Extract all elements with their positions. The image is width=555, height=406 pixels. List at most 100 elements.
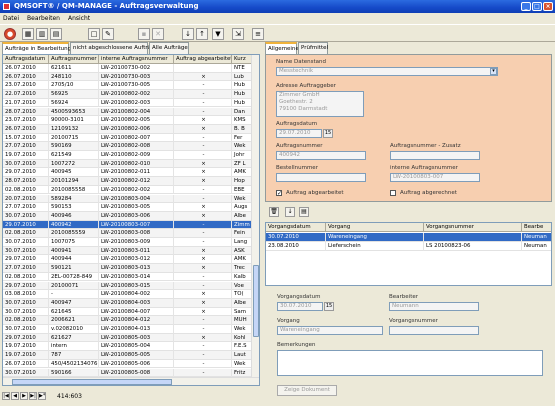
sort-vorgang-icon[interactable]: ↓ [285, 207, 295, 217]
table-row[interactable]: 27.07.2010 590121 LW-20100803-013 × Trec [3, 264, 252, 273]
menu-ansicht[interactable]: Ansicht [68, 15, 90, 22]
menu-bearbeiten[interactable]: Bearbeiten [27, 15, 60, 22]
minimize-icon[interactable]: _ [521, 2, 531, 11]
table-row[interactable]: 19.07.2010 621549 LW-20100802-009- Johr [3, 151, 252, 160]
columns-icon[interactable]: ▥ [36, 28, 48, 40]
table-row[interactable]: 15.07.2010 20100715 LW-20100802-007- Fer [3, 133, 252, 143]
table-row[interactable]: 30.07.2010 590166 LW-20100805-008- Fritz [3, 368, 252, 378]
new-record-icon[interactable]: ▶* [38, 392, 46, 400]
table-row[interactable]: 30.07.2010 400946 LW-20100803-006 × Albe [3, 211, 252, 221]
vertical-scrollbar[interactable] [251, 55, 259, 378]
table-row[interactable]: 23.07.2010 90000-3101 LW-20100802-005 × KMS [3, 116, 252, 125]
auftrag-abgearbeitet-checkbox[interactable]: ✓ [276, 190, 282, 197]
maximize-icon[interactable]: □ [532, 2, 542, 11]
vorgang-row[interactable]: 30.07.2010 Wareneingang Neuman [266, 233, 551, 242]
vorgang-row[interactable]: 23.08.2010 Lieferschein LS 20100823-06 N… [266, 242, 551, 251]
table-row[interactable]: 29.07.2010 400942 LW-20100803-007- Zimm [3, 220, 252, 230]
vorgangsdatum-field[interactable]: 30.07.2010 [277, 302, 323, 311]
tab-nicht-abgeschlossen[interactable]: nicht abgeschlossene Aufträge [70, 42, 158, 54]
table-row[interactable]: 23.07.2010 2705/10 LW-20100730-005- Hub [3, 81, 252, 91]
sort-desc-icon[interactable]: ↑ [196, 28, 208, 40]
grid-view-icon[interactable]: ▦ [22, 28, 34, 40]
bearbeiter-field[interactable]: Neumann [389, 302, 479, 311]
first-record-icon[interactable]: |◀ [2, 392, 10, 400]
auftragsdatum-field[interactable]: 29.07.2010 [276, 129, 322, 138]
calendar-icon[interactable]: 15 [324, 302, 334, 311]
auftragsnummer-zusatz-field[interactable] [390, 151, 480, 160]
delete-vorgang-icon[interactable]: 🗑 [269, 207, 279, 217]
auftragsnummer-field[interactable]: 400942 [276, 151, 366, 160]
print-vorgang-icon[interactable]: ▤ [299, 207, 309, 217]
table-row[interactable]: 26.07.2010 450/4502134076 LW-20100805-006-… [3, 359, 252, 369]
table-row[interactable]: 28.07.2010 20101294 LW-20100802-012 × Hop [3, 177, 252, 186]
table-row[interactable]: 21.07.2010 56924 LW-20100802-003- Hub [3, 98, 252, 108]
table-row[interactable]: 27.07.2010 590169 LW-20100802-008- Wek [3, 142, 252, 151]
zeige-dokument-button[interactable]: Zeige Dokument [277, 385, 337, 396]
next-record-icon[interactable]: ▶ [20, 392, 28, 400]
bemerkungen-field[interactable] [277, 350, 543, 376]
vorgangsnummer-field[interactable] [389, 326, 479, 335]
table-row[interactable]: 29.07.2010 20100071 LW-20100803-015- Voe [3, 281, 252, 291]
col-bearbeiter[interactable]: Bearbe [522, 223, 551, 232]
table-row[interactable]: 19.07.2010 787 LW-20100805-005- Laut [3, 351, 252, 360]
table-row[interactable]: 22.07.2010 56925 LW-20100802-002- Hub [3, 90, 252, 99]
interne-auftragsnummer-field[interactable]: LW-20100803-007 [390, 173, 480, 182]
stop-icon[interactable]: ● [4, 28, 16, 40]
table-row[interactable]: 03.08.2010- LW-20100804-002 × TO( [3, 290, 252, 299]
tab-pruefmittel[interactable]: Prüfmittel [298, 42, 328, 54]
table-cell: 27.07.2010 [3, 203, 49, 212]
vorgang-field[interactable]: Wareneingang [277, 326, 383, 335]
table-row[interactable]: 26.07.2010 12109132 LW-20100802-006 × B. B [3, 124, 252, 134]
new-icon[interactable]: □ [88, 28, 100, 40]
filter-icon[interactable]: ▼ [212, 28, 224, 40]
tab-alle-auftraege[interactable]: Alle Aufträge [149, 42, 189, 54]
delete-icon[interactable]: ✕ [152, 28, 164, 40]
menu-datei[interactable]: Datei [3, 15, 19, 22]
table-row[interactable]: 30.07.2010 400941 LW-20100803-011 × ASK [3, 246, 252, 256]
table-row[interactable]: 30.07.2010 1007272 LW-20100802-010 × ZF L [3, 159, 252, 169]
table-cell: 30.07.2010 [3, 211, 49, 221]
grid-column-header[interactable]: Auftragsdatum [3, 55, 49, 64]
table-row[interactable]: 29.07.2010 621627 LW-20100805-003 × Kohl [3, 333, 252, 343]
grid-column-header[interactable]: Auftragsnummer [49, 55, 99, 64]
table-row[interactable]: 02.08.2010 2010085558 LW-20100802-002- EBE [3, 185, 252, 195]
table-cell: LW-20100805-005 [99, 351, 174, 360]
table-row[interactable]: 02.08.2010 2010085559 LW-20100803-008- Fein [3, 229, 252, 238]
table-row[interactable]: 27.07.2010 590153 LW-20100803-005 × Augs [3, 203, 252, 212]
table-row[interactable]: 02.08.2010 2006621 LW-20100804-012- MUH [3, 316, 252, 325]
table-row[interactable]: 02.08.2010 2EL-00728-849 LW-20100803-014- K… [3, 272, 252, 282]
table-row[interactable]: 29.07.2010 400944 LW-20100803-012 × AMK [3, 255, 252, 265]
list-view-icon[interactable]: ▤ [50, 28, 62, 40]
report-icon[interactable]: ≡ [252, 28, 264, 40]
table-row[interactable]: 30.07.2010 1007075 LW-20100803-009- Lang [3, 238, 252, 247]
name-datenstand-select[interactable]: Messtechnik [276, 67, 498, 76]
grid-column-header[interactable]: interne Auftragsnummer [99, 55, 174, 64]
table-row[interactable]: 19.07.2010 intern LW-20100805-004- F.E.S [3, 342, 252, 352]
table-row[interactable]: 30.07.2010 v.02082010 LW-20100804-013- Wek [3, 325, 252, 334]
table-row[interactable]: 30.07.2010 400947 LW-20100804-003 × Albe [3, 298, 252, 308]
grid-column-header[interactable]: Kurz [232, 55, 252, 64]
prev-record-icon[interactable]: ◀ [11, 392, 19, 400]
table-row[interactable]: 28.07.2010 4500593653 LW-20100802-004- Dan [3, 107, 252, 117]
chevron-down-icon[interactable]: ▾ [490, 68, 497, 75]
col-vorgang[interactable]: Vorgang [326, 223, 424, 232]
table-row[interactable]: 20.07.2010 589284 LW-20100803-004- Wek [3, 194, 252, 204]
bestellnummer-field[interactable] [276, 173, 366, 182]
table-row[interactable]: 29.07.2010 400945 LW-20100802-011 × AMK [3, 168, 252, 178]
grid-column-header[interactable]: Auftrag abgearbeitet [174, 55, 232, 64]
table-row[interactable]: 30.07.2010 621645 LW-20100804-007 × Sam [3, 307, 252, 317]
table-row[interactable]: 26.07.2010 248110 LW-20100730-003 × Lub [3, 72, 252, 82]
table-row[interactable]: 26.07.2010 621611 LW-20100730-002 NTE [3, 64, 252, 73]
adresse-field[interactable]: Zimmer GmbH Goethestr. 2 79100 Darmstadt [276, 91, 364, 117]
col-vorgangsnummer[interactable]: Vorgangsnummer [424, 223, 522, 232]
export-icon[interactable]: ⇲ [232, 28, 244, 40]
auftrag-abgerechnet-checkbox[interactable] [390, 190, 396, 196]
last-record-icon[interactable]: ▶| [29, 392, 37, 400]
calendar-icon[interactable]: 15 [323, 129, 333, 138]
edit-icon[interactable]: ✎ [102, 28, 114, 40]
save-icon[interactable]: ▪ [138, 28, 150, 40]
close-icon[interactable]: × [543, 2, 553, 11]
horizontal-scrollbar[interactable] [3, 377, 259, 385]
col-vorgangsdatum[interactable]: Vorgangsdatum [266, 223, 326, 232]
sort-asc-icon[interactable]: ↓ [182, 28, 194, 40]
